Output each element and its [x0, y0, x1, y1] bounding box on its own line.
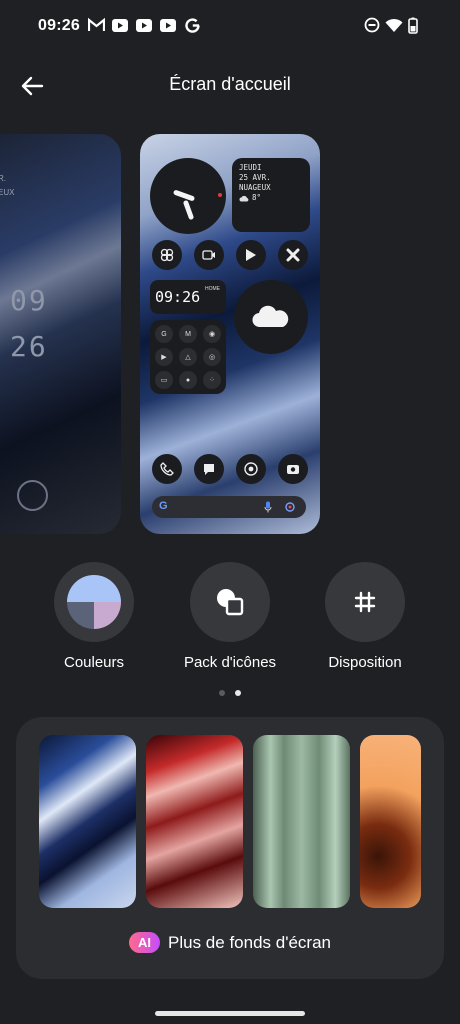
settings-icon: ◎	[203, 348, 221, 366]
messages-app-icon	[194, 454, 224, 484]
icon-pack-icon	[217, 589, 244, 616]
youtube-icon	[112, 19, 128, 32]
more-wallpapers-button[interactable]: AI Plus de fonds d'écran	[16, 932, 444, 953]
camera-app-icon	[194, 240, 224, 270]
google-icon: G	[155, 325, 173, 343]
tv-icon: ▭	[155, 371, 173, 389]
preview-text: R.	[0, 174, 6, 183]
youtube-icon	[160, 19, 176, 32]
preview-clock-hour: 09	[10, 284, 48, 317]
cloud-icon	[252, 305, 289, 328]
weather-date: 25 AVR.	[239, 173, 271, 182]
drive-icon: △	[179, 348, 197, 366]
wallpaper-thumbnail-blue[interactable]	[39, 735, 136, 908]
phone-app-icon	[152, 454, 182, 484]
contacts-icon: ●	[179, 371, 197, 389]
wallpaper-thumbnail-green[interactable]	[253, 735, 350, 908]
wallpaper-thumbnail-orange[interactable]	[360, 735, 421, 908]
digital-clock-label: HOME	[205, 286, 220, 292]
lens-icon	[285, 502, 295, 512]
camera-app-icon	[278, 454, 308, 484]
gmail-icon	[88, 17, 105, 31]
weather-condition: NUAGEUX	[239, 183, 271, 192]
app-folder-widget: G M ◉ ▶ △ ◎ ▭ ● ⁘	[150, 320, 226, 394]
youtube-icon: ▶	[155, 348, 173, 366]
wifi-icon	[385, 18, 403, 32]
layout-label: Disposition	[328, 654, 402, 671]
layout-button[interactable]	[325, 562, 405, 642]
google-icon	[185, 18, 200, 33]
pinwheel-app-icon	[152, 240, 182, 270]
play-store-icon	[236, 240, 266, 270]
chrome-app-icon	[236, 454, 266, 484]
digital-clock-widget: 09:26 HOME	[150, 280, 226, 314]
weather-widget: JEUDI 25 AVR. NUAGEUX 8°	[232, 158, 310, 232]
status-time: 09:26	[38, 17, 80, 34]
gmail-icon: M	[179, 325, 197, 343]
microphone-icon	[264, 501, 272, 513]
homescreen-preview-previous[interactable]: R. EUX 09 26	[0, 134, 121, 534]
wallpaper-panel: AI Plus de fonds d'écran	[16, 717, 444, 979]
page-indicator-dot	[219, 690, 225, 696]
grid-hash-icon	[354, 591, 376, 613]
cloud-icon	[239, 195, 249, 201]
digital-clock-time: 09:26	[155, 288, 201, 306]
maps-icon: ◉	[203, 325, 221, 343]
colors-label: Couleurs	[63, 654, 125, 671]
color-palette-icon	[67, 575, 121, 629]
ai-badge: AI	[129, 932, 161, 953]
wallpaper-thumbnail-red[interactable]	[146, 735, 243, 908]
preview-circle	[17, 480, 48, 511]
do-not-disturb-icon	[364, 17, 380, 33]
cloud-weather-widget	[234, 280, 308, 354]
search-bar: G	[152, 496, 306, 518]
analog-clock-widget	[150, 158, 226, 234]
status-bar: 09:26	[0, 0, 460, 52]
colors-button[interactable]	[54, 562, 134, 642]
tools-app-icon	[278, 240, 308, 270]
icon-pack-label: Pack d'icônes	[183, 654, 277, 671]
battery-icon	[408, 17, 418, 34]
google-icon: G	[159, 500, 168, 512]
preview-text: EUX	[0, 188, 15, 197]
page-indicator-dot-active	[235, 690, 241, 696]
weather-day: JEUDI	[239, 163, 262, 172]
gesture-navigation-bar[interactable]	[155, 1011, 305, 1016]
page-title: Écran d'accueil	[169, 74, 291, 94]
grid-icon: ⁘	[203, 371, 221, 389]
preview-clock-minute: 26	[10, 330, 48, 363]
youtube-icon	[136, 19, 152, 32]
more-wallpapers-label: Plus de fonds d'écran	[168, 932, 331, 952]
weather-temp: 8°	[252, 193, 262, 202]
icon-pack-button[interactable]	[190, 562, 270, 642]
homescreen-preview[interactable]: JEUDI 25 AVR. NUAGEUX 8° 09:26 HOME G M …	[140, 134, 320, 534]
